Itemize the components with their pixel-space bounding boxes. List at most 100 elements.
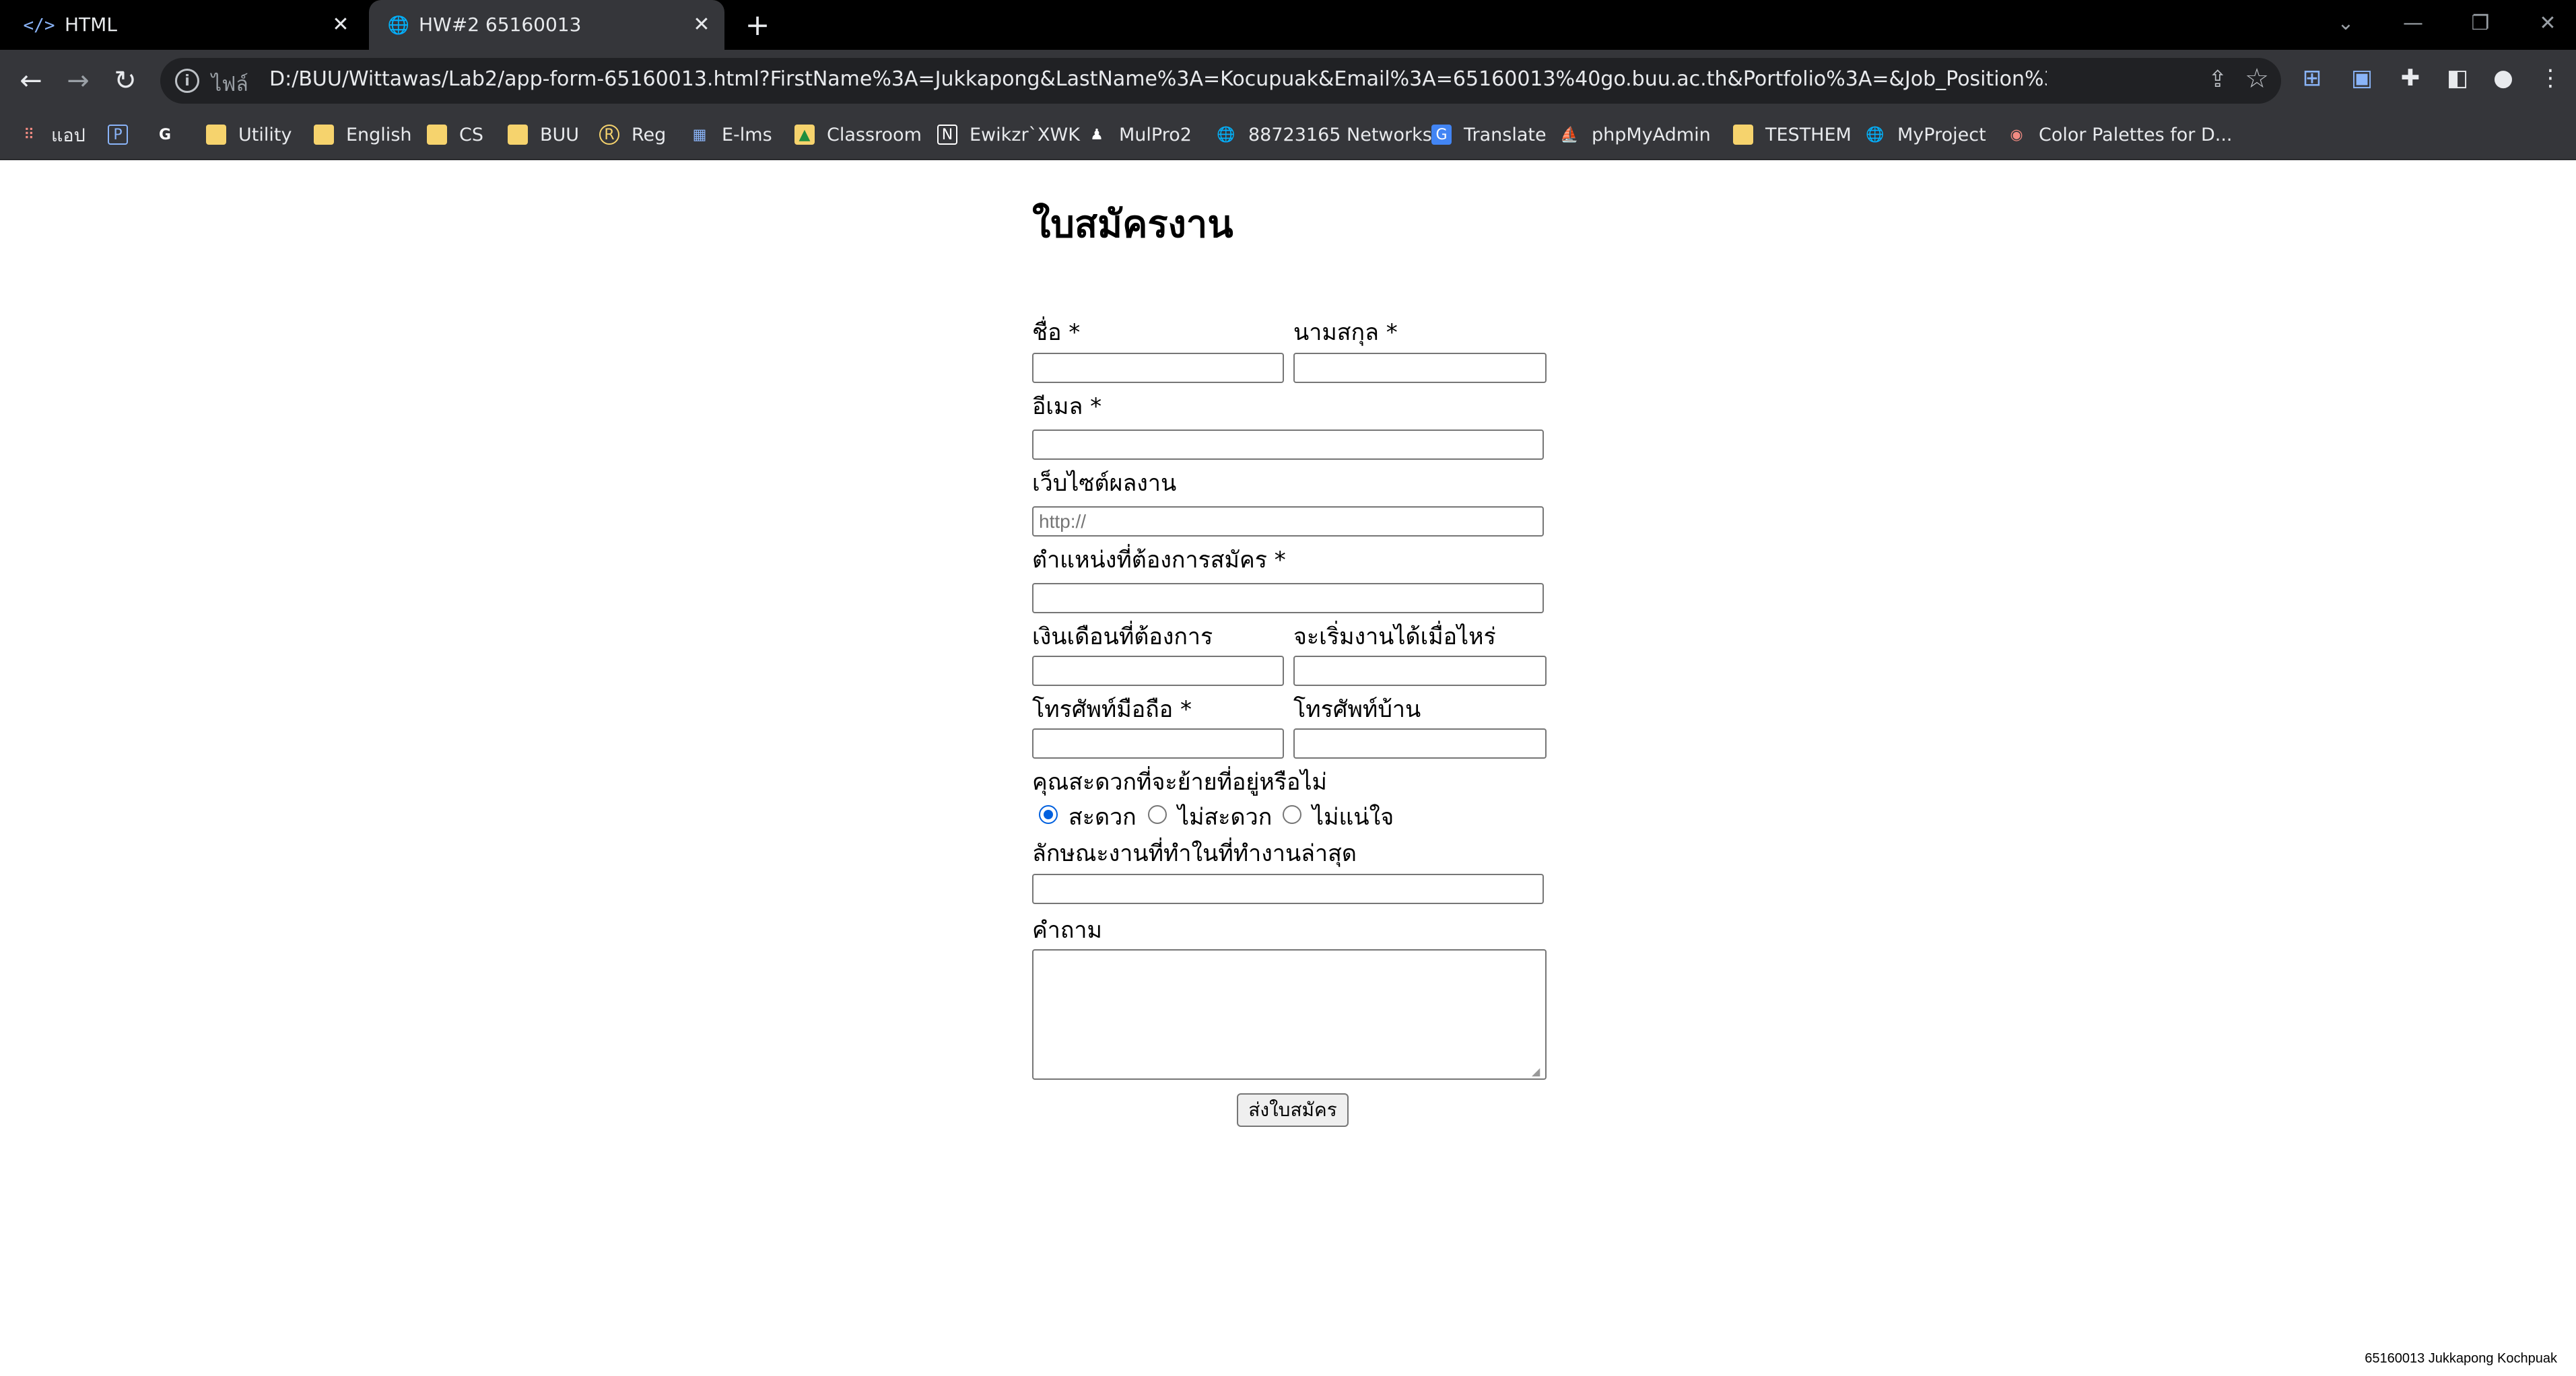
translate-icon: G (1431, 125, 1452, 145)
last-name-label: นามสกุล * (1293, 319, 1398, 346)
tab-search-icon[interactable]: ⌄ (2326, 4, 2366, 42)
bookmarks-bar: ⠿ แอป P G Utility English CS BUU R Reg ▦ E-… (0, 110, 2576, 160)
close-icon[interactable]: ✕ (689, 12, 714, 36)
bookmark-color-palettes[interactable]: ◉ Color Palettes for D... (2006, 120, 2232, 149)
salary-input[interactable] (1032, 656, 1284, 686)
bookmark-label: TESTHEM (1765, 124, 1852, 145)
tab-title: HTML (65, 13, 117, 36)
screenshot-extension-icon[interactable]: ▣ (2346, 62, 2378, 94)
forward-button[interactable]: → (59, 62, 97, 100)
folder-icon (1733, 125, 1753, 145)
bookmark-label: Classroom (827, 124, 922, 145)
bookmark-label: CS (459, 124, 483, 145)
mulpro-icon: ♟ (1090, 126, 1104, 143)
first-name-label: ชื่อ * (1032, 319, 1081, 346)
globe-icon: 🌐 (1217, 126, 1235, 143)
restore-icon[interactable]: ❐ (2460, 4, 2501, 42)
salary-label: เงินเดือนที่ต้องการ (1032, 623, 1213, 650)
bookmark-label: MyProject (1897, 124, 1986, 145)
phpmyadmin-icon: ⛵ (1560, 126, 1579, 143)
last-job-input[interactable] (1032, 874, 1544, 904)
last-name-input[interactable] (1293, 353, 1547, 383)
url-text[interactable]: D:/BUU/Wittawas/Lab2/app-form-65160013.h… (269, 67, 2047, 91)
new-tab-button[interactable]: + (741, 8, 774, 42)
globe-icon: 🌐 (1866, 126, 1885, 143)
relocate-option-label: ไม่แน่ใจ (1312, 804, 1394, 831)
folder-icon (508, 125, 528, 145)
submit-button[interactable]: ส่งใบสมัคร (1237, 1093, 1349, 1127)
menu-kebab-icon[interactable]: ⋮ (2534, 62, 2567, 94)
relocate-label: คุณสะดวกที่จะย้ายที่อยู่หรือไม่ (1032, 769, 1327, 796)
bookmark-elms[interactable]: ▦ E-lms (689, 120, 772, 149)
back-button[interactable]: ← (12, 62, 50, 100)
bookmark-label: MulPro2 (1119, 124, 1192, 145)
folder-icon (314, 125, 334, 145)
tab-hw2[interactable]: 🌐 HW#2 65160013 ✕ (369, 0, 724, 50)
share-icon[interactable]: ⇪ (2208, 66, 2228, 93)
bookmark-phpmyadmin[interactable]: ⛵ phpMyAdmin (1559, 120, 1711, 149)
bookmark-testhem[interactable]: TESTHEM (1733, 120, 1852, 149)
question-label: คำถาม (1032, 917, 1102, 944)
bookmark-myproject[interactable]: 🌐 MyProject (1865, 120, 1986, 149)
folder-icon (206, 125, 226, 145)
minimize-icon[interactable]: — (2393, 4, 2433, 42)
reload-button[interactable]: ↻ (106, 62, 144, 100)
translate-extension-icon[interactable]: ⊞ (2296, 62, 2328, 94)
notion-icon: N (937, 125, 957, 145)
bookmark-translate[interactable]: G Translate (1431, 120, 1547, 149)
bookmark-mulpro2[interactable]: ♟ MulPro2 (1087, 120, 1192, 149)
bookmark-label: phpMyAdmin (1592, 124, 1711, 145)
relocate-radio-unsure[interactable] (1283, 805, 1301, 824)
side-panel-icon[interactable]: ◧ (2441, 62, 2474, 94)
start-date-input[interactable] (1293, 656, 1547, 686)
relocate-radio-no[interactable] (1148, 805, 1167, 824)
bookmark-apps[interactable]: ⠿ แอป (19, 120, 86, 149)
bookmark-classroom[interactable]: ▲ Classroom (794, 120, 922, 149)
relocate-radio-yes[interactable] (1039, 805, 1058, 824)
close-icon[interactable]: ✕ (329, 12, 353, 36)
mobile-phone-input[interactable] (1032, 728, 1284, 759)
bookmark-cs[interactable]: CS (427, 120, 483, 149)
extensions-puzzle-icon[interactable]: ✚ (2394, 62, 2427, 94)
bookmark-english[interactable]: English (314, 120, 412, 149)
bookmark-label: English (346, 124, 412, 145)
address-bar[interactable]: i ไฟล์ D:/BUU/Wittawas/Lab2/app-form-651… (160, 58, 2281, 104)
first-name-input[interactable] (1032, 353, 1284, 383)
bookmark-networks[interactable]: 🌐 88723165 Networks (1216, 120, 1432, 149)
close-window-icon[interactable]: ✕ (2528, 4, 2568, 42)
folder-icon (427, 125, 447, 145)
bookmark-label: Reg (632, 124, 667, 145)
question-textarea[interactable] (1032, 949, 1547, 1080)
footer-credit: 65160013 Jukkapong Kochpuak (2365, 1351, 2557, 1366)
home-phone-label: โทรศัพท์บ้าน (1293, 696, 1421, 723)
reg-icon: R (599, 125, 619, 145)
url-scheme: ไฟล์ (211, 73, 248, 96)
start-date-label: จะเริ่มงานได้เมื่อไหร่ (1293, 623, 1496, 650)
bookmark-p[interactable]: P (108, 120, 140, 149)
bookmark-reg[interactable]: R Reg (599, 120, 666, 149)
bookmark-utility[interactable]: Utility (206, 120, 292, 149)
job-position-input[interactable] (1032, 583, 1544, 613)
code-icon: </> (23, 15, 55, 36)
bookmark-google[interactable]: G (155, 120, 187, 149)
portfolio-input[interactable]: http:// (1032, 506, 1544, 537)
tab-html[interactable]: </> HTML ✕ (0, 0, 364, 50)
bookmark-label: Ewikzr`XWK (970, 124, 1080, 145)
classroom-icon: ▲ (794, 125, 815, 145)
p-app-icon: P (108, 125, 128, 145)
avatar[interactable]: ● (2487, 62, 2519, 94)
palette-icon: ◉ (2010, 126, 2023, 143)
bookmark-label: BUU (540, 124, 580, 145)
info-icon[interactable]: i (175, 69, 199, 93)
bookmark-notion[interactable]: N Ewikzr`XWK (937, 120, 1080, 149)
bookmark-star-icon[interactable]: ☆ (2245, 63, 2269, 94)
bookmark-label: แอป (51, 125, 86, 146)
google-icon: G (158, 126, 172, 143)
bookmark-label: E-lms (722, 124, 772, 145)
bookmark-label: 88723165 Networks (1248, 124, 1432, 145)
bookmark-buu[interactable]: BUU (508, 120, 579, 149)
email-input[interactable] (1032, 429, 1544, 460)
browser-toolbar: ← → ↻ i ไฟล์ D:/BUU/Wittawas/Lab2/app-fo… (0, 50, 2576, 110)
resize-grip-icon[interactable]: ◢ (1532, 1066, 1543, 1077)
home-phone-input[interactable] (1293, 728, 1547, 759)
